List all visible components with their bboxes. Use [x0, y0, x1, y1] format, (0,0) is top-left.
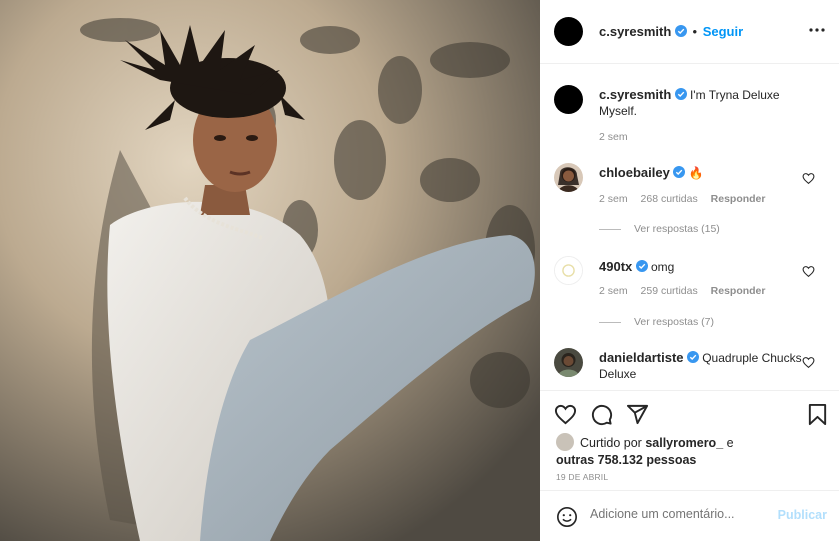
comment-meta: 2 sem 259 curtidas Responder: [599, 285, 775, 297]
comment-time[interactable]: 2 sem: [599, 193, 628, 205]
replies-divider-line: [599, 228, 621, 230]
view-replies-button[interactable]: Ver respostas (15): [599, 223, 720, 235]
caption-meta: 2 sem: [599, 131, 638, 143]
comment-likes-count[interactable]: 259 curtidas: [641, 285, 698, 297]
view-replies-label: Ver respostas (15): [634, 223, 720, 235]
post-actions-section: Curtido por sallyromero_ e outras 758.13…: [540, 390, 839, 541]
comment-text-block: chloebailey 🔥: [599, 165, 809, 181]
caption-text-block: c.syresmith I'm Tryna Deluxe Myself.: [599, 87, 809, 119]
reply-button[interactable]: Responder: [711, 193, 766, 205]
add-comment-input[interactable]: [590, 507, 765, 521]
comment-time[interactable]: 2 sem: [599, 285, 628, 297]
comment-text-block: danieldartiste Quadruple Chucks Deluxe: [599, 350, 809, 382]
comment-text-block: 490tx omg: [599, 259, 809, 275]
commenter-username[interactable]: 490tx: [599, 259, 632, 274]
like-comment-heart-icon[interactable]: [802, 356, 815, 369]
author-info: c.syresmith • Seguir: [599, 24, 743, 39]
view-replies-label: Ver respostas (7): [634, 316, 714, 328]
commenter-username[interactable]: danieldartiste: [599, 350, 684, 365]
verified-badge-icon: [674, 88, 687, 100]
like-heart-icon[interactable]: [554, 403, 577, 426]
likes-summary: Curtido por sallyromero_ e outras 758.13…: [556, 433, 734, 469]
save-bookmark-icon[interactable]: [806, 403, 829, 426]
separator-dot: •: [692, 24, 698, 39]
post-photo[interactable]: [0, 0, 540, 541]
post-date[interactable]: 19 DE ABRIL: [556, 472, 608, 482]
comment-text: 🔥: [688, 166, 704, 180]
like-comment-heart-icon[interactable]: [802, 172, 815, 185]
post-header: c.syresmith • Seguir: [540, 0, 839, 64]
publish-button[interactable]: Publicar: [778, 508, 827, 522]
liker-avatar[interactable]: [556, 433, 574, 451]
author-username[interactable]: c.syresmith: [599, 24, 671, 39]
commenter-avatar[interactable]: [554, 256, 583, 285]
portrait-image: [0, 0, 540, 541]
comment-meta: 2 sem 268 curtidas Responder: [599, 193, 775, 205]
replies-divider-line: [599, 321, 621, 323]
verified-badge-icon: [674, 25, 687, 37]
commenter-avatar[interactable]: [554, 348, 583, 377]
view-replies-button[interactable]: Ver respostas (7): [599, 316, 714, 328]
likes-prefix: Curtido por: [580, 436, 642, 450]
more-options-icon[interactable]: [807, 20, 827, 40]
verified-badge-icon: [673, 166, 686, 178]
liker-username[interactable]: sallyromero_: [645, 436, 723, 450]
add-comment-bar: Publicar: [540, 490, 839, 541]
like-comment-heart-icon[interactable]: [802, 265, 815, 278]
author-avatar[interactable]: [554, 17, 583, 46]
commenter-avatar[interactable]: [554, 163, 583, 192]
follow-button[interactable]: Seguir: [703, 24, 743, 39]
reply-button[interactable]: Responder: [711, 285, 766, 297]
caption-time[interactable]: 2 sem: [599, 131, 628, 143]
caption-avatar[interactable]: [554, 85, 583, 114]
share-paper-plane-icon[interactable]: [626, 403, 649, 426]
verified-badge-icon: [635, 260, 648, 272]
comments-list[interactable]: c.syresmith I'm Tryna Deluxe Myself. 2 s…: [540, 65, 839, 390]
post-side-panel: c.syresmith • Seguir c.syresmith I'm Try…: [540, 0, 839, 541]
comment-likes-count[interactable]: 268 curtidas: [641, 193, 698, 205]
likes-others-count[interactable]: outras 758.132 pessoas: [556, 453, 696, 467]
comment-bubble-icon[interactable]: [590, 403, 613, 426]
likes-connector: e: [726, 436, 734, 450]
comment-text: omg: [650, 260, 675, 274]
emoji-smiley-icon[interactable]: [556, 506, 578, 528]
commenter-username[interactable]: chloebailey: [599, 165, 670, 180]
verified-badge-icon: [686, 351, 699, 363]
caption-username[interactable]: c.syresmith: [599, 87, 671, 102]
